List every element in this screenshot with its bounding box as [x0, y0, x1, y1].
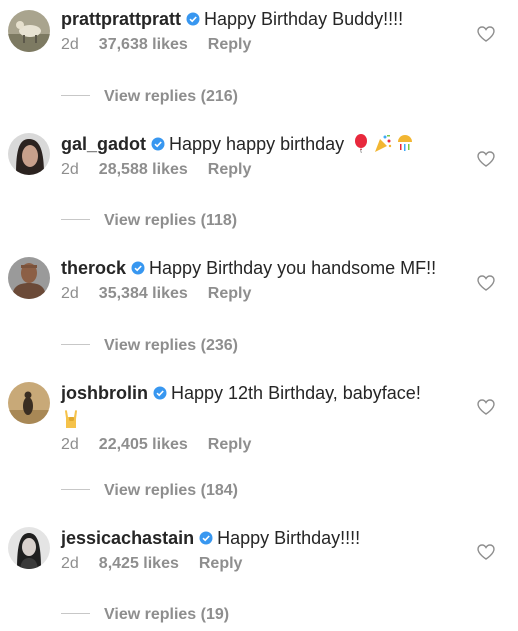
comment-text: Happy Birthday Buddy!!!! [204, 9, 404, 29]
verified-badge-icon [153, 386, 167, 400]
divider-line [61, 219, 90, 220]
comment-age: 2d [61, 436, 79, 453]
likes-count[interactable]: 37,638 likes [99, 36, 188, 53]
view-replies-link[interactable]: View replies (216) [61, 87, 238, 107]
comment-meta: 2d 22,405 likes Reply [61, 435, 471, 455]
view-replies-link[interactable]: View replies (19) [61, 605, 229, 625]
username[interactable]: gal_gadot [61, 134, 146, 154]
likes-count[interactable]: 35,384 likes [99, 285, 188, 302]
likes-count[interactable]: 8,425 likes [99, 555, 179, 572]
comment-meta: 2d 28,588 likes Reply [61, 160, 471, 180]
view-replies-link[interactable]: View replies (236) [61, 336, 238, 356]
username[interactable]: therock [61, 258, 126, 278]
party-popper-icon [373, 133, 393, 153]
verified-badge-icon [186, 12, 200, 26]
balloon-emoji-icon [351, 133, 371, 153]
likes-count[interactable]: 22,405 likes [99, 436, 188, 453]
like-heart-icon[interactable] [477, 399, 495, 415]
reply-button[interactable]: Reply [199, 555, 243, 572]
comment-text: Happy happy birthday [169, 134, 345, 154]
like-heart-icon[interactable] [477, 544, 495, 560]
comment-age: 2d [61, 555, 79, 572]
view-replies-link[interactable]: View replies (118) [61, 211, 237, 231]
comment-text: Happy Birthday!!!! [217, 528, 361, 548]
view-replies-link[interactable]: View replies (184) [61, 481, 238, 501]
comment-meta: 2d 35,384 likes Reply [61, 284, 471, 304]
reply-button[interactable]: Reply [208, 161, 252, 178]
verified-badge-icon [199, 531, 213, 545]
like-heart-icon[interactable] [477, 151, 495, 167]
username[interactable]: prattprattpratt [61, 9, 181, 29]
avatar[interactable] [8, 257, 50, 299]
comment-age: 2d [61, 161, 79, 178]
username[interactable]: jessicachastain [61, 528, 194, 548]
verified-badge-icon [151, 137, 165, 151]
likes-count[interactable]: 28,588 likes [99, 161, 188, 178]
divider-line [61, 344, 90, 345]
divider-line [61, 613, 90, 614]
username[interactable]: joshbrolin [61, 383, 148, 403]
comment-meta: 2d 37,638 likes Reply [61, 35, 471, 55]
comment-meta: 2d 8,425 likes Reply [61, 554, 471, 574]
sign-of-the-horns-icon [61, 408, 81, 428]
avatar[interactable] [8, 382, 50, 424]
confetti-ball-icon [395, 133, 415, 153]
divider-line [61, 489, 90, 490]
avatar[interactable] [8, 10, 50, 52]
comment-age: 2d [61, 36, 79, 53]
like-heart-icon[interactable] [477, 275, 495, 291]
comment-text: Happy Birthday you handsome MF!! [149, 258, 437, 278]
avatar[interactable] [8, 133, 50, 175]
avatar[interactable] [8, 527, 50, 569]
reply-button[interactable]: Reply [208, 436, 252, 453]
divider-line [61, 95, 90, 96]
reply-button[interactable]: Reply [208, 36, 252, 53]
like-heart-icon[interactable] [477, 26, 495, 42]
reply-button[interactable]: Reply [208, 285, 252, 302]
comment-age: 2d [61, 285, 79, 302]
comment-text: Happy 12th Birthday, babyface! [171, 383, 421, 403]
verified-badge-icon [131, 261, 145, 275]
